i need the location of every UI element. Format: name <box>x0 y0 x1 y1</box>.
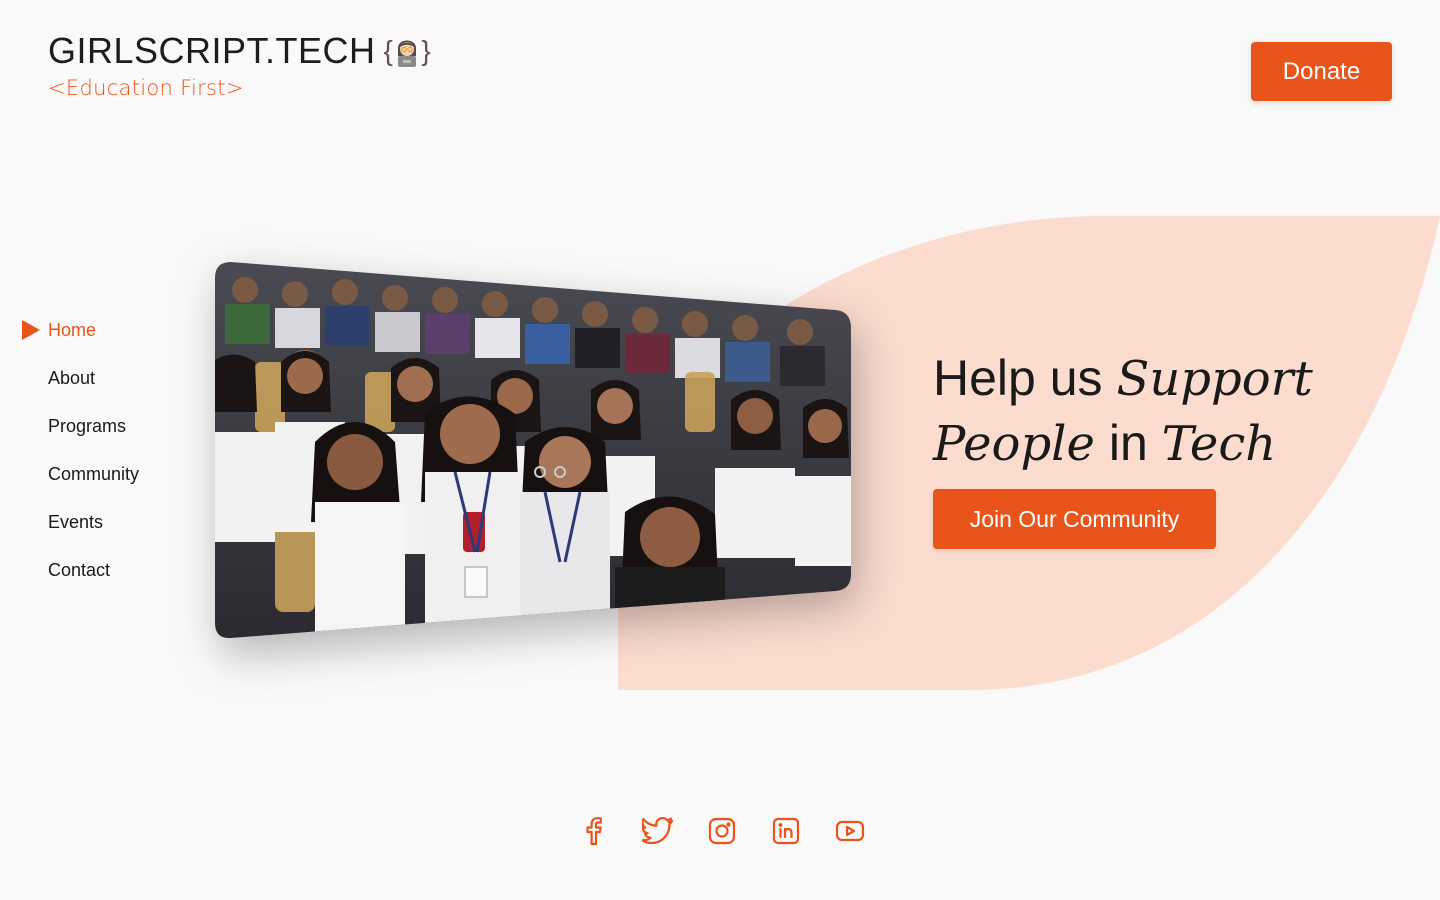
nav-item-label: Home <box>48 319 97 340</box>
nav-item-home[interactable]: Home <box>20 306 139 354</box>
nav-item-label: Events <box>48 511 104 532</box>
side-navigation: Home About Programs Community Events Con… <box>20 306 139 594</box>
nav-item-label: Programs <box>48 415 127 436</box>
twitter-icon[interactable] <box>642 815 674 847</box>
brand-tagline: <Education First> <box>48 76 244 100</box>
site-logo[interactable]: GIRLSCRIPT.TECH { } <Education First> <box>48 30 431 100</box>
brand-name: GIRLSCRIPT.TECH <box>48 30 376 71</box>
nav-item-label: Contact <box>48 559 111 580</box>
hero-headline: Help us Support People in Tech <box>933 346 1393 476</box>
social-links <box>578 815 866 847</box>
logo-title: GIRLSCRIPT.TECH { } <box>48 30 431 72</box>
join-community-button[interactable]: Join Our Community <box>933 489 1216 549</box>
nav-item-about[interactable]: About <box>20 354 139 402</box>
nav-item-community[interactable]: Community <box>20 450 139 498</box>
nav-item-events[interactable]: Events <box>20 498 139 546</box>
girl-coder-icon: { } <box>383 35 432 67</box>
headline-script-text: Support <box>1116 351 1313 407</box>
facebook-icon[interactable] <box>578 815 610 847</box>
headline-line-1: Help us Support <box>933 346 1393 411</box>
nav-item-label: Community <box>48 463 140 484</box>
headline-text: Help us <box>933 350 1117 406</box>
nav-item-contact[interactable]: Contact <box>20 546 139 594</box>
headline-script-text: Tech <box>1161 416 1277 472</box>
linkedin-icon[interactable] <box>770 815 802 847</box>
active-arrow-icon <box>22 320 40 340</box>
headline-line-2: People in Tech <box>933 411 1393 476</box>
hero-photo <box>215 262 855 647</box>
instagram-icon[interactable] <box>706 815 738 847</box>
donate-button[interactable]: Donate <box>1251 42 1392 101</box>
nav-item-programs[interactable]: Programs <box>20 402 139 450</box>
nav-item-label: About <box>48 367 96 388</box>
headline-script-text: People <box>933 416 1095 472</box>
headline-text: in <box>1094 415 1162 471</box>
youtube-icon[interactable] <box>834 815 866 847</box>
